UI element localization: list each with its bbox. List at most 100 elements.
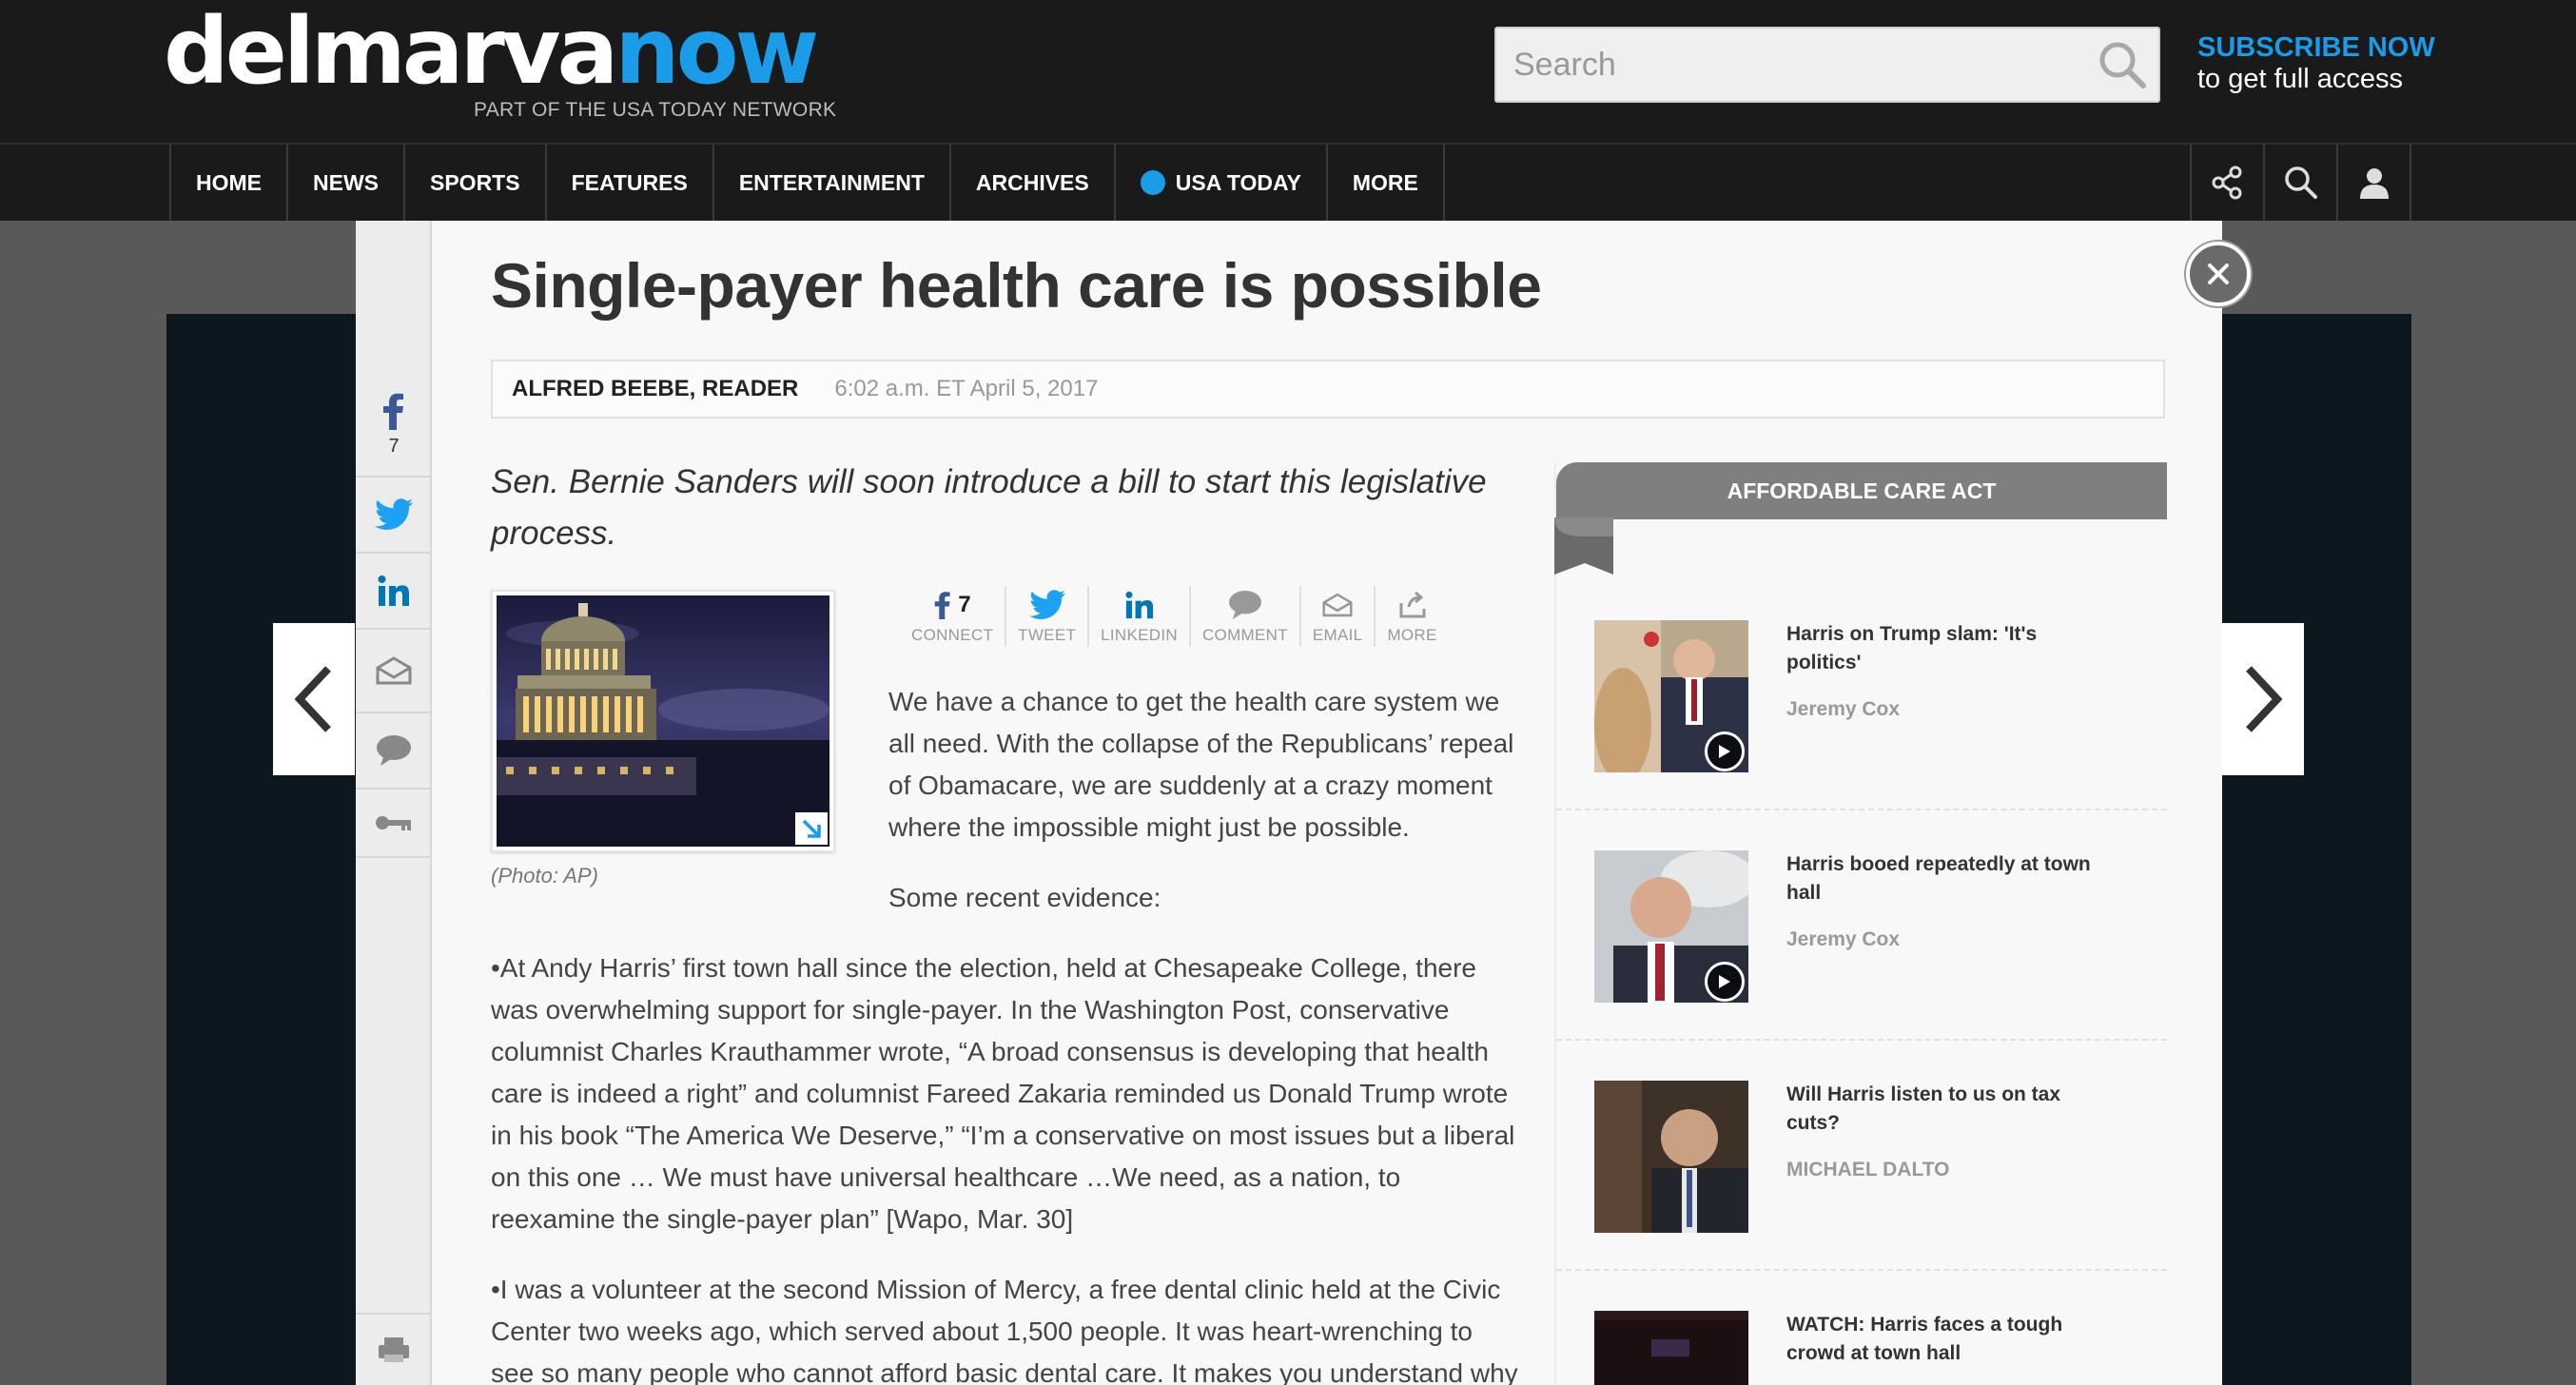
title-line: Will Harris listen to us on tax: [1786, 1083, 2061, 1105]
share-email-button[interactable]: EMAIL: [1301, 586, 1376, 647]
comment-icon: [1228, 586, 1262, 624]
related-sidebar: AFFORDABLE CARE ACT Harris on Trump slam…: [1554, 462, 2167, 1385]
article-dek: Sen. Bernie Sanders will soon introduce …: [491, 457, 1528, 559]
title-line: WATCH: Harris faces a tough: [1786, 1314, 2063, 1336]
dek-line: Sen. Bernie Sanders will soon introduce …: [491, 463, 1487, 500]
paragraph-line: care is indeed a right” and columnist Fa…: [491, 1079, 1509, 1108]
sidebar-item-title: Harris booed repeatedly at town hall: [1786, 850, 2129, 907]
nav-item-entertainment[interactable]: ENTERTAINMENT: [714, 145, 951, 221]
subscribe-subtitle: to get full access: [2197, 64, 2403, 95]
sidebar-item-title: Will Harris listen to us on tax cuts?: [1786, 1081, 2129, 1138]
masthead: delmarvanow PART OF THE USA TODAY NETWOR…: [0, 0, 2576, 143]
rail-facebook-count: 7: [388, 435, 400, 457]
share-more-button[interactable]: MORE: [1376, 586, 1448, 647]
expand-photo-icon[interactable]: [795, 812, 828, 845]
previous-arrow-button[interactable]: [273, 623, 355, 775]
sidebar-item[interactable]: Will Harris listen to us on tax cuts? MIC…: [1556, 1041, 2167, 1271]
nav-icons: [2190, 145, 2411, 221]
share-label: MORE: [1387, 626, 1437, 644]
rail-email-button[interactable]: [356, 630, 432, 713]
usa-today-dot-icon: [1140, 170, 1165, 195]
twitter-icon: [1028, 586, 1066, 624]
nav-item-usa-today-label: USA TODAY: [1175, 169, 1301, 195]
rail-key-button[interactable]: [356, 790, 432, 858]
play-video-icon[interactable]: [1705, 962, 1745, 1002]
sidebar-item[interactable]: WATCH: Harris faces a tough crowd at town…: [1556, 1271, 2167, 1385]
sidebar-item-title: Harris on Trump slam: 'It's politics': [1786, 620, 2129, 677]
share-label: EMAIL: [1312, 626, 1363, 644]
linkedin-icon: [1124, 586, 1155, 624]
user-icon[interactable]: [2338, 145, 2411, 221]
title-line: Harris on Trump slam: 'It's: [1786, 623, 2038, 645]
twitter-icon: [375, 498, 413, 530]
byline-timestamp: 6:02 a.m. ET April 5, 2017: [834, 376, 1099, 401]
rail-linkedin-button[interactable]: [356, 554, 432, 630]
article-photo[interactable]: [491, 590, 835, 852]
byline-author[interactable]: ALFRED BEEBE, READER: [512, 376, 798, 402]
facebook-icon: 7: [933, 586, 971, 624]
sidebar-thumbnail: [1594, 1081, 1748, 1233]
paragraph-line: all need. With the collapse of the Repub…: [888, 729, 1514, 758]
byline: ALFRED BEEBE, READER 6:02 a.m. ET April …: [491, 360, 2165, 419]
nav-item-archives[interactable]: ARCHIVES: [951, 145, 1116, 221]
share-tweet-button[interactable]: TWEET: [1006, 586, 1090, 647]
key-icon: [376, 816, 411, 830]
paragraph-line: of Obamacare, we are suddenly at a crazy…: [888, 771, 1493, 800]
close-icon: [2208, 263, 2229, 284]
nav-item-more[interactable]: MORE: [1328, 145, 1445, 221]
share-linkedin-button[interactable]: LINKEDIN: [1089, 586, 1191, 647]
paragraph-line: where the impossible might just be possi…: [888, 812, 1410, 842]
play-video-icon[interactable]: [1705, 732, 1745, 771]
print-button[interactable]: [356, 1313, 432, 1385]
photo-caption: (Photo: AP): [491, 864, 598, 888]
title-line: crowd at town hall: [1786, 1342, 1961, 1364]
email-icon: [1322, 586, 1353, 624]
nav-search-icon[interactable]: [2265, 145, 2338, 221]
paragraph-line: see so many people who cannot afford bas…: [491, 1358, 1518, 1385]
print-icon: [379, 1337, 409, 1362]
paragraph-line: reexamine the single-payer plan” [Wapo, …: [491, 1204, 1074, 1234]
inline-share-bar: 7 CONNECT TWEET LINKEDIN COMMENT EMAIL M…: [900, 586, 1449, 647]
sidebar-header[interactable]: AFFORDABLE CARE ACT: [1556, 462, 2167, 519]
title-line: politics': [1786, 652, 1862, 673]
subscribe-link[interactable]: SUBSCRIBE NOW to get full access: [2197, 32, 2435, 96]
rail-facebook-button[interactable]: 7: [356, 373, 432, 478]
sidebar-item-author: MICHAEL DALTO: [1786, 1159, 1950, 1180]
share-label: TWEET: [1018, 626, 1077, 644]
share-icon[interactable]: [2192, 145, 2265, 221]
nav-item-sports[interactable]: SPORTS: [405, 145, 547, 221]
sidebar-item-title: WATCH: Harris faces a tough crowd at town…: [1786, 1311, 2129, 1368]
facebook-icon: [383, 393, 403, 430]
network-tagline: PART OF THE USA TODAY NETWORK: [474, 99, 837, 121]
paragraph-line: in his book “The America We Deserve,” “I…: [491, 1121, 1515, 1150]
nav-item-usa-today[interactable]: USA TODAY: [1116, 145, 1328, 221]
share-facebook-count: 7: [958, 592, 971, 617]
comment-icon: [377, 735, 411, 766]
linkedin-icon: [378, 575, 409, 606]
ribbon-fold-icon: [1554, 517, 1613, 575]
rail-comment-button[interactable]: [356, 713, 432, 790]
article-paragraph-3: •At Andy Harris’ first town hall since t…: [491, 947, 1537, 1240]
paragraph-line: •I was a volunteer at the second Mission…: [491, 1275, 1501, 1304]
search-icon[interactable]: [2086, 29, 2158, 101]
share-connect-button[interactable]: 7 CONNECT: [900, 586, 1007, 647]
chevron-left-icon: [294, 666, 331, 732]
next-arrow-button[interactable]: [2222, 623, 2304, 775]
paragraph-line: Center two weeks ago, which served about…: [491, 1317, 1473, 1346]
sidebar-item[interactable]: Harris booed repeatedly at town hall Jere…: [1556, 810, 2167, 1041]
nav-item-features[interactable]: FEATURES: [547, 145, 714, 221]
nav-item-news[interactable]: NEWS: [288, 145, 405, 221]
share-label: CONNECT: [911, 626, 994, 644]
rail-twitter-button[interactable]: [356, 478, 432, 554]
sidebar-item[interactable]: Harris on Trump slam: 'It's politics' Jer…: [1556, 580, 2167, 810]
article-paragraph-2: Some recent evidence:: [888, 883, 1161, 912]
logo-text-delmarva: delmarva: [164, 0, 618, 105]
subscribe-title: SUBSCRIBE NOW: [2197, 32, 2435, 63]
paragraph-line: columnist Charles Krauthammer wrote, “A …: [491, 1037, 1489, 1066]
site-logo[interactable]: delmarvanow: [164, 0, 819, 105]
share-comment-button[interactable]: COMMENT: [1191, 586, 1301, 647]
paragraph-line: was overwhelming support for single-paye…: [491, 995, 1450, 1024]
search-input[interactable]: [1496, 29, 2086, 101]
close-button[interactable]: [2186, 242, 2251, 306]
nav-item-home[interactable]: HOME: [171, 145, 288, 221]
